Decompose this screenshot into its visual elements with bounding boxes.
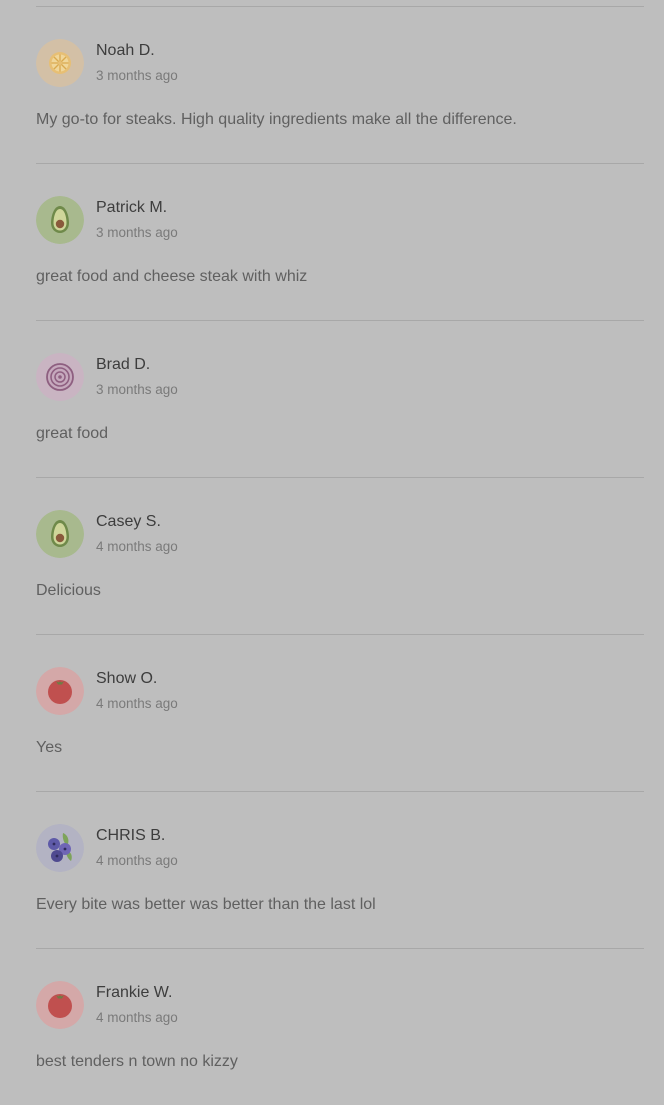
review-item: Noah D. 3 months ago My go-to for steaks… xyxy=(36,7,644,164)
review-item: CHRIS B. 4 months ago Every bite was bet… xyxy=(36,792,644,949)
review-item: Casey S. 4 months ago Delicious xyxy=(36,478,644,635)
reviewer-name: Show O. xyxy=(96,670,158,687)
review-time: 3 months ago xyxy=(96,382,178,397)
review-text: best tenders n town no kizzy xyxy=(36,1053,238,1070)
reviewer-name: Frankie W. xyxy=(96,984,173,1001)
onion-icon xyxy=(36,353,84,401)
review-text: My go-to for steaks. High quality ingred… xyxy=(36,111,517,128)
tomato-icon xyxy=(36,981,84,1029)
review-time: 4 months ago xyxy=(96,853,178,868)
orange-slice-icon xyxy=(36,39,84,87)
reviews-list: Noah D. 3 months ago My go-to for steaks… xyxy=(36,0,644,1105)
review-item: Frankie W. 4 months ago best tenders n t… xyxy=(36,949,644,1105)
blueberries-icon xyxy=(36,824,84,872)
review-time: 3 months ago xyxy=(96,68,178,83)
avocado-icon xyxy=(36,510,84,558)
review-item: Show O. 4 months ago Yes xyxy=(36,635,644,792)
reviewer-name: Noah D. xyxy=(96,42,155,59)
review-item: Brad D. 3 months ago great food xyxy=(36,321,644,478)
review-time: 4 months ago xyxy=(96,539,178,554)
review-text: Delicious xyxy=(36,582,101,599)
review-text: Every bite was better was better than th… xyxy=(36,896,376,913)
review-item: Patrick M. 3 months ago great food and c… xyxy=(36,164,644,321)
tomato-icon xyxy=(36,667,84,715)
reviewer-name: Casey S. xyxy=(96,513,161,530)
reviewer-name: CHRIS B. xyxy=(96,827,166,844)
review-text: great food and cheese steak with whiz xyxy=(36,268,308,285)
review-text: Yes xyxy=(36,739,63,756)
review-text: great food xyxy=(36,425,109,442)
reviewer-name: Patrick M. xyxy=(96,199,168,216)
reviewer-name: Brad D. xyxy=(96,356,151,373)
avocado-icon xyxy=(36,196,84,244)
review-time: 4 months ago xyxy=(96,1010,178,1025)
review-time: 4 months ago xyxy=(96,696,178,711)
review-time: 3 months ago xyxy=(96,225,178,240)
